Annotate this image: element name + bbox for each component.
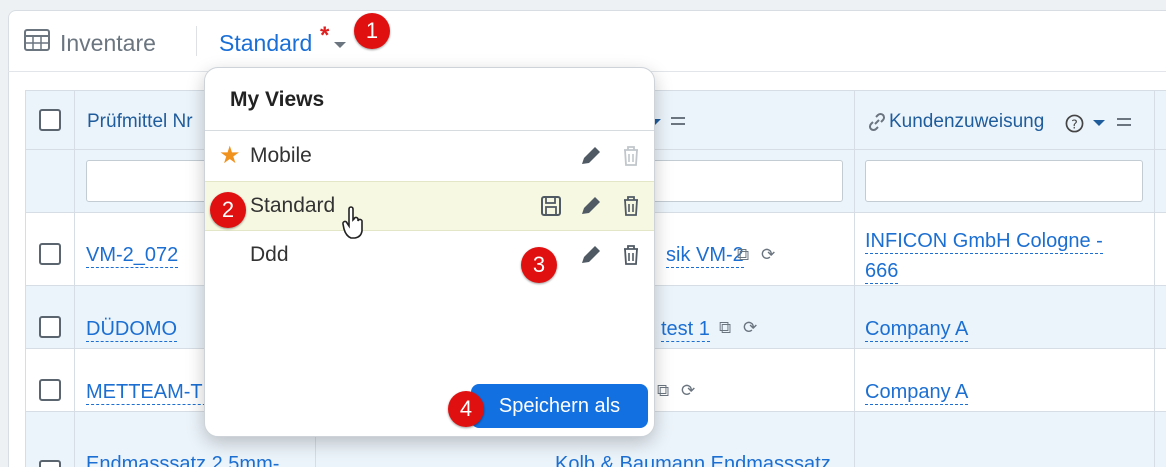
help-icon[interactable]: ? xyxy=(1065,114,1084,133)
svg-text:?: ? xyxy=(1071,117,1078,131)
page-title: Inventare xyxy=(60,30,156,56)
row-id-link[interactable]: Endmasssatz 2,5mm- xyxy=(86,452,279,467)
row-checkbox[interactable] xyxy=(39,316,61,338)
filter-input-kundenzuweisung[interactable] xyxy=(865,160,1143,202)
column-drag-handle-icon[interactable] xyxy=(671,117,685,125)
favorite-star-icon[interactable]: ★ xyxy=(219,141,241,170)
column-divider xyxy=(74,90,75,467)
view-item-standard[interactable]: Standard xyxy=(205,181,654,231)
view-item-ddd[interactable]: Ddd xyxy=(205,231,654,281)
save-as-button[interactable]: Speichern als xyxy=(471,384,648,428)
save-icon[interactable] xyxy=(537,192,565,220)
popup-divider xyxy=(205,130,654,131)
row-checkbox[interactable] xyxy=(39,379,61,401)
view-item-mobile[interactable]: ★ Mobile xyxy=(205,132,654,182)
edit-pencil-icon[interactable] xyxy=(577,142,605,170)
grid-border xyxy=(25,90,26,467)
table-icon xyxy=(24,29,50,51)
row-customer-link[interactable]: Company A xyxy=(865,317,969,342)
column-divider xyxy=(1154,90,1155,467)
annotation-marker: 4 xyxy=(448,391,484,427)
refresh-icon[interactable]: ⟳ xyxy=(761,245,775,265)
annotation-marker: 2 xyxy=(210,192,246,228)
row-checkbox[interactable] xyxy=(39,460,61,467)
header-divider xyxy=(196,26,197,56)
delete-trash-icon[interactable] xyxy=(617,192,645,220)
delete-trash-icon[interactable] xyxy=(617,241,645,269)
page-header: Inventare Standard * xyxy=(8,10,1166,72)
view-selector[interactable]: Standard xyxy=(219,30,312,57)
select-all-checkbox[interactable] xyxy=(39,109,61,131)
row-customer-link[interactable]: INFICON GmbH Cologne - xyxy=(865,229,1103,254)
row-customer-link[interactable]: Company A xyxy=(865,380,969,405)
refresh-icon[interactable]: ⟳ xyxy=(681,381,695,401)
external-link-icon[interactable]: ⧉ xyxy=(657,381,669,401)
row-checkbox[interactable] xyxy=(39,243,61,265)
external-link-icon[interactable]: ⧉ xyxy=(737,245,749,265)
row-product-link[interactable]: sik VM-2 xyxy=(666,243,744,268)
external-link-icon[interactable]: ⧉ xyxy=(719,318,731,338)
annotation-marker: 1 xyxy=(354,13,390,49)
annotation-marker: 3 xyxy=(521,247,557,283)
column-menu-caret-icon[interactable] xyxy=(1093,120,1105,126)
edit-pencil-icon[interactable] xyxy=(577,241,605,269)
modified-indicator: * xyxy=(320,22,330,49)
view-item-label: Standard xyxy=(250,194,336,217)
column-header-pruefmittel[interactable]: Prüfmittel Nr xyxy=(87,111,193,133)
row-id-link[interactable]: METTEAM-TE xyxy=(86,380,216,405)
view-item-label: Mobile xyxy=(250,144,312,167)
refresh-icon[interactable]: ⟳ xyxy=(743,318,757,338)
delete-trash-icon xyxy=(624,146,638,166)
link-icon xyxy=(868,112,886,132)
column-header-kundenzuweisung[interactable]: Kundenzuweisung xyxy=(889,111,1044,133)
row-id-link[interactable]: VM-2_072 xyxy=(86,243,179,268)
popup-title: My Views xyxy=(230,88,325,111)
edit-pencil-icon[interactable] xyxy=(577,192,605,220)
my-views-popup: My Views ★ Mobile Standard Ddd Speichern… xyxy=(204,67,655,437)
column-divider xyxy=(854,90,855,467)
row-product-link[interactable]: Kolb & Baumann Endmasssatz xyxy=(555,452,831,467)
hand-pointer-cursor-icon xyxy=(342,206,363,239)
row-product-link[interactable]: test 1 xyxy=(661,317,710,342)
row-customer-link-cont[interactable]: 666 xyxy=(865,259,899,284)
column-drag-handle-icon[interactable] xyxy=(1117,118,1131,126)
view-dropdown-caret-icon[interactable] xyxy=(334,42,346,48)
row-id-link[interactable]: DÜDOMO xyxy=(86,317,178,342)
view-item-label: Ddd xyxy=(250,243,289,266)
